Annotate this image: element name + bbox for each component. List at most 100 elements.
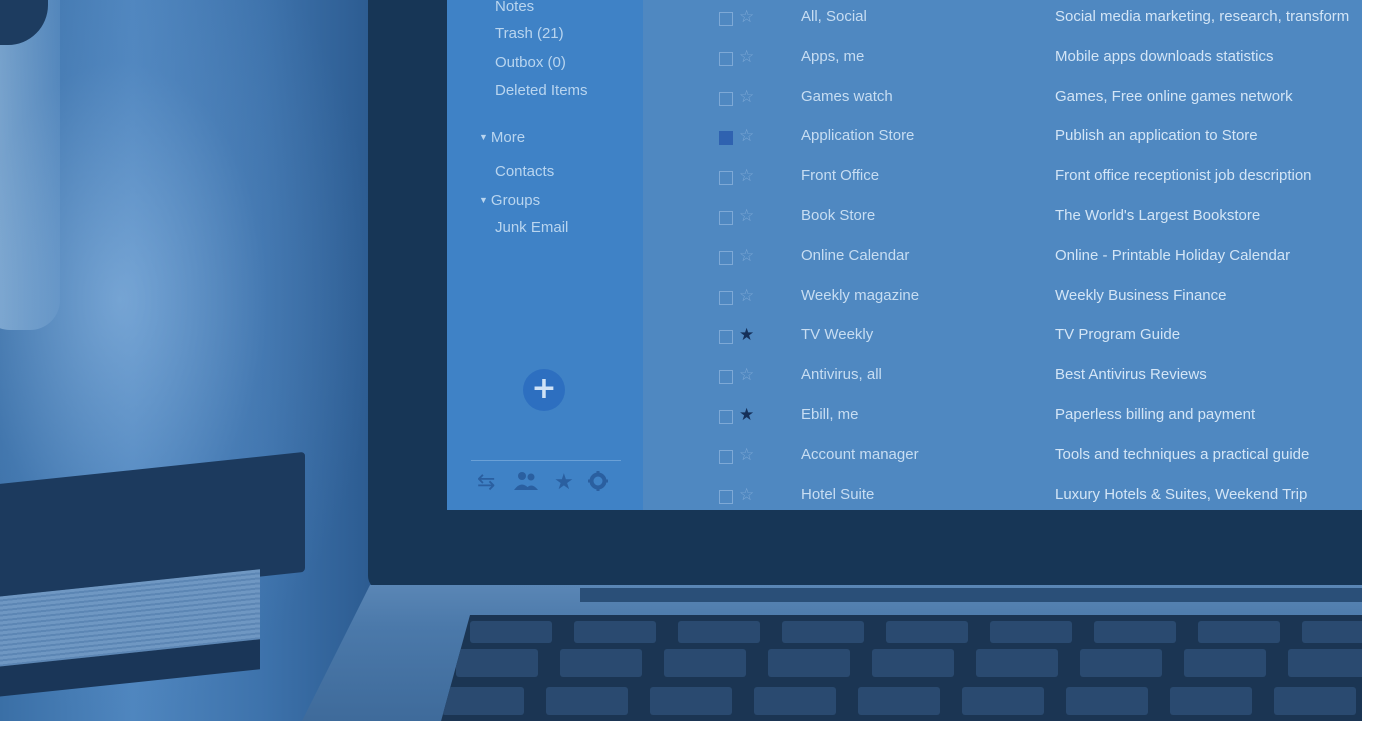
email-subject: Online - Printable Holiday Calendar: [1055, 246, 1291, 264]
laptop-photo: Notes Trash (21) Outbox (0) Deleted Item…: [0, 0, 1362, 721]
email-sender: Ebill, me: [801, 406, 859, 423]
laptop-hinge: [580, 588, 1362, 602]
row-checkbox[interactable]: [719, 370, 733, 385]
email-row[interactable]: ☆ Book Store The World's Largest Bookstore: [643, 202, 1362, 242]
email-sender: Front Office: [801, 167, 880, 185]
keyboard-key: [754, 687, 836, 715]
email-row[interactable]: ☆ Games watch Games, Free online games net…: [643, 83, 1362, 123]
star-icon[interactable]: ☆: [739, 47, 754, 67]
star-icon[interactable]: ☆: [739, 445, 754, 465]
caret-down-icon: ▼: [479, 132, 488, 142]
star-icon[interactable]: ★: [554, 470, 574, 495]
gear-icon[interactable]: [587, 470, 609, 498]
keyboard-key: [1170, 687, 1252, 715]
plus-circle-icon[interactable]: +: [523, 369, 565, 411]
email-sender: All, Social: [801, 8, 867, 25]
email-subject: Best Antivirus Reviews: [1055, 366, 1207, 384]
sidebar-section-more[interactable]: ▼ More: [479, 129, 525, 146]
divider: [471, 460, 621, 461]
row-checkbox[interactable]: [719, 330, 733, 345]
email-subject: The World's Largest Bookstore: [1055, 207, 1261, 224]
star-icon[interactable]: ☆: [739, 126, 754, 146]
keyboard-key: [1184, 649, 1266, 677]
keyboard-key: [886, 621, 968, 643]
star-icon[interactable]: ☆: [739, 246, 754, 266]
keyboard-key: [442, 687, 524, 715]
row-checkbox[interactable]: [719, 12, 733, 26]
cup: [0, 0, 60, 330]
sidebar-item-trash[interactable]: Trash (21): [495, 25, 564, 42]
row-checkbox[interactable]: [719, 449, 733, 464]
row-checkbox[interactable]: [719, 51, 733, 66]
sidebar-section-label: Groups: [490, 192, 541, 209]
email-row[interactable]: ☆ Application Store Publish an application…: [643, 122, 1362, 162]
email-sender: Antivirus, all: [801, 366, 882, 384]
sidebar: Notes Trash (21) Outbox (0) Deleted Item…: [447, 0, 643, 510]
keyboard-key: [976, 649, 1058, 677]
users-icon[interactable]: [513, 470, 539, 498]
keyboard-key: [456, 649, 538, 677]
row-checkbox[interactable]: [719, 211, 733, 225]
keyboard-key: [872, 649, 954, 677]
email-sender: Application Store: [801, 127, 915, 145]
email-subject: TV Program Guide: [1055, 326, 1181, 344]
swap-icon[interactable]: ⇆: [477, 470, 495, 495]
star-icon[interactable]: ☆: [739, 286, 754, 306]
email-subject: Social media marketing, research, transf…: [1055, 8, 1350, 25]
star-icon[interactable]: ☆: [739, 7, 754, 27]
star-icon[interactable]: ☆: [739, 365, 754, 385]
keyboard-key: [546, 687, 628, 715]
email-subject: Weekly Business Finance: [1055, 286, 1227, 304]
email-sender: TV Weekly: [801, 326, 874, 344]
email-row[interactable]: ☆ Hotel Suite Luxury Hotels & Suites, Week…: [643, 481, 1362, 521]
email-subject: Tools and techniques a practical guide: [1055, 445, 1310, 463]
row-checkbox[interactable]: [719, 91, 733, 106]
star-icon[interactable]: ★: [739, 325, 754, 345]
keyboard: [440, 615, 1362, 721]
row-checkbox[interactable]: [719, 410, 733, 424]
sidebar-item-notes[interactable]: Notes: [495, 0, 534, 15]
email-row[interactable]: ☆ Weekly magazine Weekly Business Finance: [643, 282, 1362, 322]
email-sender: Games watch: [801, 87, 893, 105]
email-subject: Front office receptionist job descriptio…: [1055, 167, 1312, 185]
email-row[interactable]: ☆ All, Social Social media marketing, rese…: [643, 3, 1362, 43]
email-sender: Account manager: [801, 445, 919, 463]
sidebar-item-deleted-items[interactable]: Deleted Items: [495, 82, 588, 99]
star-icon[interactable]: ☆: [739, 206, 754, 226]
keyboard-key: [1066, 687, 1148, 715]
email-subject: Publish an application to Store: [1055, 127, 1258, 145]
keyboard-key: [990, 621, 1072, 643]
row-checkbox[interactable]: [719, 171, 733, 186]
email-row[interactable]: ☆ Front Office Front office receptionist j…: [643, 162, 1362, 202]
row-checkbox[interactable]: [719, 489, 733, 504]
keyboard-key: [1080, 649, 1162, 677]
sidebar-item-outbox[interactable]: Outbox (0): [495, 54, 566, 71]
email-row[interactable]: ☆ Apps, me Mobile apps downloads statistic…: [643, 43, 1362, 83]
star-icon[interactable]: ☆: [739, 166, 754, 186]
keyboard-key: [1198, 621, 1280, 643]
email-list: ☆ All, Social Social media marketing, rese…: [643, 0, 1362, 510]
row-checkbox[interactable]: [719, 250, 733, 265]
keyboard-key: [1274, 687, 1356, 715]
keyboard-key: [574, 621, 656, 643]
keyboard-key: [678, 621, 760, 643]
sidebar-item-contacts[interactable]: Contacts: [495, 163, 554, 180]
email-row[interactable]: ☆ Account manager Tools and techniques a p…: [643, 441, 1362, 481]
star-icon[interactable]: ★: [739, 405, 754, 425]
email-sender: Apps, me: [801, 47, 865, 65]
caret-down-icon: ▼: [479, 195, 488, 205]
email-row[interactable]: ★ Ebill, me Paperless billing and payment: [643, 401, 1362, 441]
email-row[interactable]: ☆ Antivirus, all Best Antivirus Reviews: [643, 361, 1362, 401]
keyboard-key: [1302, 621, 1362, 643]
email-subject: Games, Free online games network: [1055, 87, 1293, 105]
email-subject: Mobile apps downloads statistics: [1055, 47, 1274, 65]
star-icon[interactable]: ☆: [739, 485, 754, 505]
sidebar-section-groups[interactable]: ▼ Groups: [479, 192, 540, 209]
sidebar-item-junk-email[interactable]: Junk Email: [495, 219, 568, 236]
email-app: Notes Trash (21) Outbox (0) Deleted Item…: [447, 0, 1362, 510]
email-row[interactable]: ☆ Online Calendar Online - Printable Holid…: [643, 242, 1362, 282]
star-icon[interactable]: ☆: [739, 87, 754, 107]
email-row[interactable]: ★ TV Weekly TV Program Guide: [643, 321, 1362, 361]
row-checkbox[interactable]: [719, 290, 733, 305]
row-checkbox[interactable]: [719, 131, 733, 146]
